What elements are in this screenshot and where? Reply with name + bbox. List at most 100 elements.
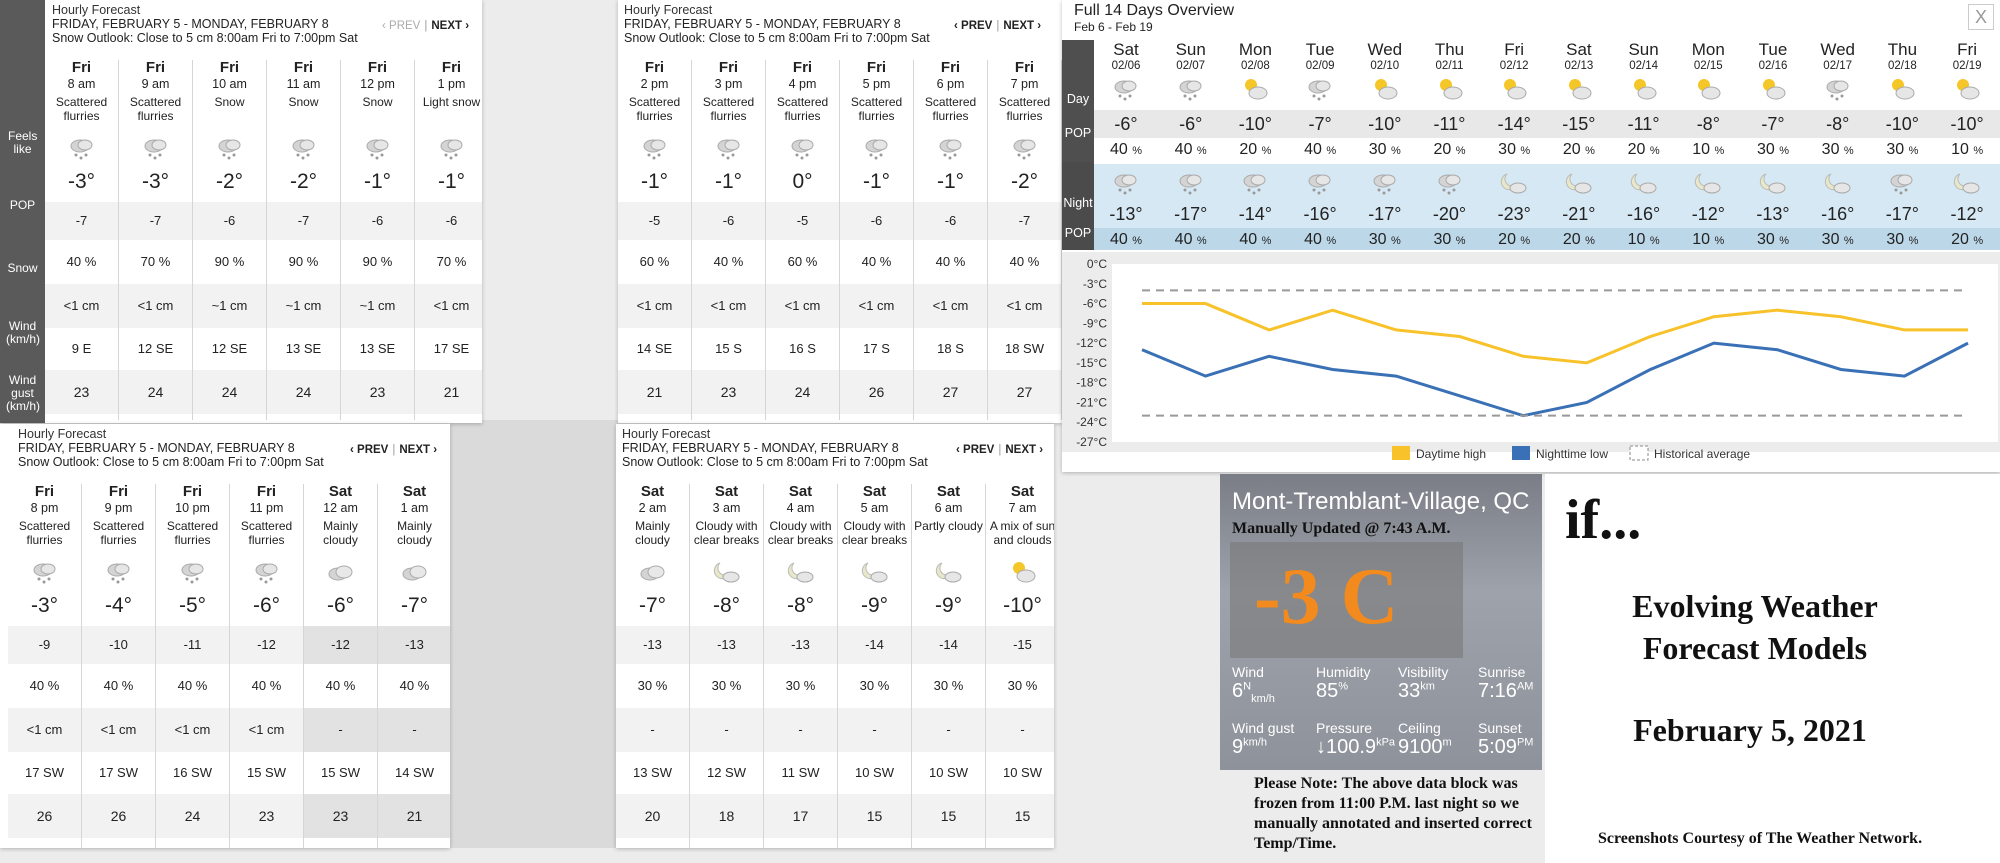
hour-time: 9 am	[141, 77, 170, 91]
night-low: -14°	[1238, 204, 1272, 224]
day-weather-icon	[1370, 74, 1398, 102]
night-low: -12°	[1950, 204, 1984, 224]
day-pop: 20 %	[1433, 141, 1466, 158]
hour-condition: Scattered flurries	[129, 95, 182, 123]
hour-feels-like: -14	[838, 626, 911, 664]
hour-column: Sat 5 am Cloudy with clear breaks -9° -14 30 …	[838, 484, 912, 848]
prev-button[interactable]: ‹ PREV	[956, 444, 994, 456]
day-column: Sat 02/13 -15° 20 % -21° 20 %	[1547, 40, 1611, 252]
day-high: -6°	[1114, 114, 1138, 134]
hour-time: 5 pm	[862, 77, 891, 91]
hour-feels-like: -11	[156, 626, 229, 664]
day-name: Fri	[1957, 40, 1977, 59]
night-pop: 40 %	[1174, 231, 1207, 248]
day-pop: 20 %	[1562, 141, 1595, 158]
hour-feels-like: -7	[267, 202, 340, 240]
hour-wind-gust: 21	[415, 370, 482, 414]
y-tick-label: 0°C	[1087, 257, 1107, 271]
hour-pop: 40 %	[399, 678, 430, 693]
wind-gust-label: Wind gust	[1232, 720, 1295, 736]
hour-wind: 15 S	[715, 341, 742, 356]
current-temp: -3 C	[1254, 553, 1399, 641]
day-name: Sun	[1628, 40, 1659, 59]
hour-time: 1 pm	[437, 77, 466, 91]
day-high: -11°	[1627, 114, 1660, 134]
snow-cloud-icon	[840, 133, 913, 163]
hour-wind: 13 SE	[285, 341, 322, 356]
close-button[interactable]: X	[1968, 4, 1994, 30]
hour-time: 6 pm	[936, 77, 965, 91]
hour-snow: <1 cm	[914, 284, 987, 328]
day-pop: 30 %	[1886, 141, 1919, 158]
hour-time: 9 pm	[104, 501, 133, 515]
hour-pop: 30 %	[711, 678, 742, 693]
hour-snow: -	[838, 708, 911, 752]
slide-title-2: Forecast Models	[1642, 630, 1868, 666]
hour-wind-gust: 23	[230, 794, 303, 838]
hour-day: Sat	[862, 483, 887, 500]
next-button[interactable]: NEXT ›	[431, 20, 469, 32]
hour-wind-gust: 24	[193, 370, 266, 414]
prev-button[interactable]: ‹ PREV	[350, 444, 388, 456]
night-pop: 40 %	[1304, 231, 1337, 248]
hour-condition: Scattered flurries	[628, 95, 681, 123]
hour-condition: Snow	[362, 95, 393, 109]
night-weather-icon	[1693, 168, 1721, 198]
night-low: -20°	[1432, 204, 1467, 224]
night-pop: 20 %	[1951, 231, 1984, 248]
prev-button[interactable]: ‹ PREV	[954, 20, 992, 32]
hour-day: Fri	[219, 59, 240, 76]
next-button[interactable]: NEXT ›	[1003, 20, 1041, 32]
hour-wind-gust: 20	[616, 794, 689, 838]
sunrise-value: 7:16AM	[1478, 680, 1534, 702]
hour-temp: -9°	[860, 594, 889, 617]
night-pop: 20 %	[1562, 231, 1595, 248]
hour-temp: -1°	[862, 170, 891, 193]
next-button[interactable]: NEXT ›	[1005, 444, 1043, 456]
night-low: -16°	[1303, 204, 1337, 224]
hour-temp: -1°	[936, 170, 965, 193]
hour-wind: 18 SW	[1004, 341, 1044, 356]
pager: ‹ PREV | NEXT ›	[954, 20, 1042, 32]
cloud-icon	[616, 557, 689, 587]
hour-time: 8 pm	[30, 501, 59, 515]
hour-temp: -6°	[326, 594, 355, 617]
prev-button[interactable]: ‹ PREV	[382, 20, 420, 32]
moon-cloud-icon	[764, 557, 837, 587]
day-pop: 30 %	[1821, 141, 1854, 158]
hour-wind: 16 SW	[172, 765, 212, 780]
y-tick-label: -3°C	[1083, 277, 1107, 291]
night-pop: 30 %	[1821, 231, 1854, 248]
y-tick-label: -21°C	[1076, 395, 1107, 409]
hour-time: 3 am	[712, 501, 741, 515]
hour-time: 8 am	[67, 77, 96, 91]
hour-condition: Scattered flurries	[998, 95, 1051, 123]
hour-wind-gust: 21	[618, 370, 691, 414]
snow-cloud-icon	[267, 133, 340, 163]
moon-cloud-icon	[912, 557, 985, 587]
panel-dates: FRIDAY, FEBRUARY 5 - MONDAY, FEBRUARY 8	[622, 441, 899, 455]
wind-value: 6Nkm/h	[1232, 680, 1275, 705]
day-weather-icon	[1240, 74, 1268, 102]
hour-temp: -2°	[1010, 170, 1039, 193]
hour-temp: -4°	[104, 594, 133, 617]
hour-feels-like: -12	[230, 626, 303, 664]
wind-label: Wind	[1232, 664, 1264, 680]
hour-wind: 12 SE	[211, 341, 248, 356]
hourly-panel-3: Hourly Forecast FRIDAY, FEBRUARY 5 - MON…	[0, 424, 450, 848]
pager: ‹ PREV | NEXT ›	[350, 444, 438, 456]
hour-condition: Snow	[214, 95, 245, 109]
snow-cloud-icon	[156, 557, 229, 587]
day-column: Tue 02/09 -7° 40 % -16° 40 %	[1288, 40, 1352, 252]
next-button[interactable]: NEXT ›	[399, 444, 437, 456]
hour-condition: Mainly cloudy	[397, 519, 432, 547]
hour-column: Fri 1 pm Light snow -1° -6 70 % <1 cm 17 SE 21	[415, 60, 482, 420]
hour-wind: 10 SW	[928, 765, 968, 780]
ceiling-value: 9100m	[1398, 736, 1452, 758]
hour-pop: 40 %	[251, 678, 282, 693]
slide-date: February 5, 2021	[1633, 712, 1867, 748]
night-weather-icon	[1758, 168, 1786, 198]
hour-wind-gust: 15	[986, 794, 1054, 838]
snow-outlook: Snow Outlook: Close to 5 cm 8:00am Fri t…	[624, 31, 930, 45]
day-weather-icon	[1758, 74, 1786, 102]
